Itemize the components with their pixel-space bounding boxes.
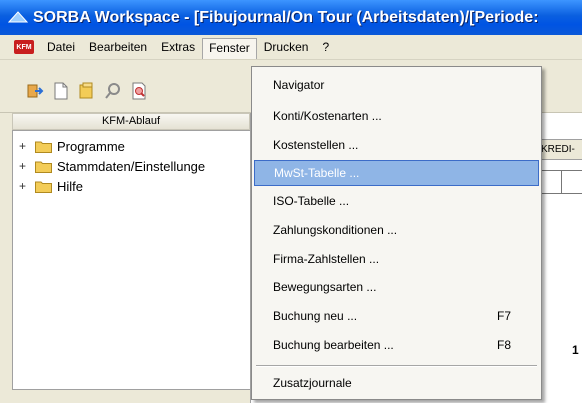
tree-item-label: Stammdaten/Einstellunge <box>57 158 206 174</box>
expand-icon[interactable]: + <box>19 140 29 152</box>
menu-fenster[interactable]: Fenster <box>202 37 257 59</box>
menu-item-konti[interactable]: Konti/Kostenarten ... <box>254 103 539 129</box>
menu-item-label: Firma-Zahlstellen ... <box>273 252 380 266</box>
menu-item-zusatzjournale[interactable]: Zusatzjournale <box>254 370 539 396</box>
menu-item-iso-tabelle[interactable]: ISO-Tabelle ... <box>254 188 539 214</box>
menu-item-label: Zusatzjournale <box>273 376 352 390</box>
menu-item-kostenstellen[interactable]: Kostenstellen ... <box>254 132 539 158</box>
fenster-dropdown-menu: Navigator Konti/Kostenarten ... Kostenst… <box>251 66 542 400</box>
menu-bar: KFM Datei Bearbeiten Extras Fenster Druc… <box>0 35 582 60</box>
folder-icon <box>35 141 52 153</box>
tree-item-label: Programme <box>57 138 125 154</box>
expand-icon[interactable]: + <box>19 180 29 192</box>
menu-datei[interactable]: Datei <box>40 37 82 57</box>
exit-icon[interactable] <box>26 82 44 100</box>
menu-item-label: Bewegungsarten ... <box>273 280 377 294</box>
menu-item-navigator[interactable]: Navigator <box>254 72 539 98</box>
navigation-tree: + Programme + Stammdaten/Einstellunge + … <box>12 130 252 390</box>
menu-extras[interactable]: Extras <box>154 37 202 57</box>
menu-help[interactable]: ? <box>315 37 336 57</box>
menu-item-shortcut: F7 <box>496 309 511 323</box>
tree-item-programme[interactable]: + Programme <box>19 137 125 155</box>
menu-item-label: ISO-Tabelle ... <box>273 194 350 208</box>
kfm-logo-icon[interactable]: KFM <box>14 40 34 54</box>
grid-divider <box>561 171 562 193</box>
menu-item-bewegungsarten[interactable]: Bewegungsarten ... <box>254 274 539 300</box>
menu-item-zahlungskonditionen[interactable]: Zahlungskonditionen ... <box>254 217 539 243</box>
menu-item-buchung-bearbeiten[interactable]: Buchung bearbeiten ... F8 <box>254 332 539 358</box>
menu-item-label: Buchung bearbeiten ... <box>273 338 394 352</box>
window-title: SORBA Workspace - [Fibujournal/On Tour (… <box>33 8 539 26</box>
menu-item-label: MwSt-Tabelle ... <box>274 166 360 180</box>
page-number: 1 <box>572 343 579 357</box>
app-logo-icon <box>8 10 28 22</box>
menu-drucken[interactable]: Drucken <box>257 37 316 57</box>
grid-fragment <box>540 170 582 194</box>
open-folder-icon[interactable] <box>78 82 96 100</box>
menu-bearbeiten[interactable]: Bearbeiten <box>82 37 154 57</box>
menu-item-firma-zahlstellen[interactable]: Firma-Zahlstellen ... <box>254 246 539 272</box>
search-icon[interactable] <box>104 82 122 100</box>
tree-item-label: Hilfe <box>57 178 84 194</box>
tree-item-stammdaten[interactable]: + Stammdaten/Einstellunge <box>19 157 205 175</box>
menu-item-shortcut: F8 <box>496 338 511 352</box>
folder-icon <box>35 181 52 193</box>
title-bar: SORBA Workspace - [Fibujournal/On Tour (… <box>0 0 582 35</box>
menu-item-label: Konti/Kostenarten ... <box>273 109 382 123</box>
menu-item-mwst-tabelle[interactable]: MwSt-Tabelle ... <box>254 160 539 186</box>
folder-icon <box>35 161 52 173</box>
menu-item-label: Navigator <box>273 78 325 92</box>
menu-item-label: Buchung neu ... <box>273 309 358 323</box>
menu-item-label: Kostenstellen ... <box>273 138 359 152</box>
menu-item-label: Zahlungskonditionen ... <box>273 223 398 237</box>
menu-item-buchung-neu[interactable]: Buchung neu ... F7 <box>254 303 539 329</box>
new-document-icon[interactable] <box>52 82 70 100</box>
panel-header: KFM-Ablauf <box>12 113 250 130</box>
tree-item-hilfe[interactable]: + Hilfe <box>19 177 83 195</box>
expand-icon[interactable]: + <box>19 160 29 172</box>
menu-separator <box>256 365 537 367</box>
print-preview-icon[interactable] <box>130 82 148 100</box>
kredi-tab[interactable]: KREDI- <box>538 139 582 160</box>
